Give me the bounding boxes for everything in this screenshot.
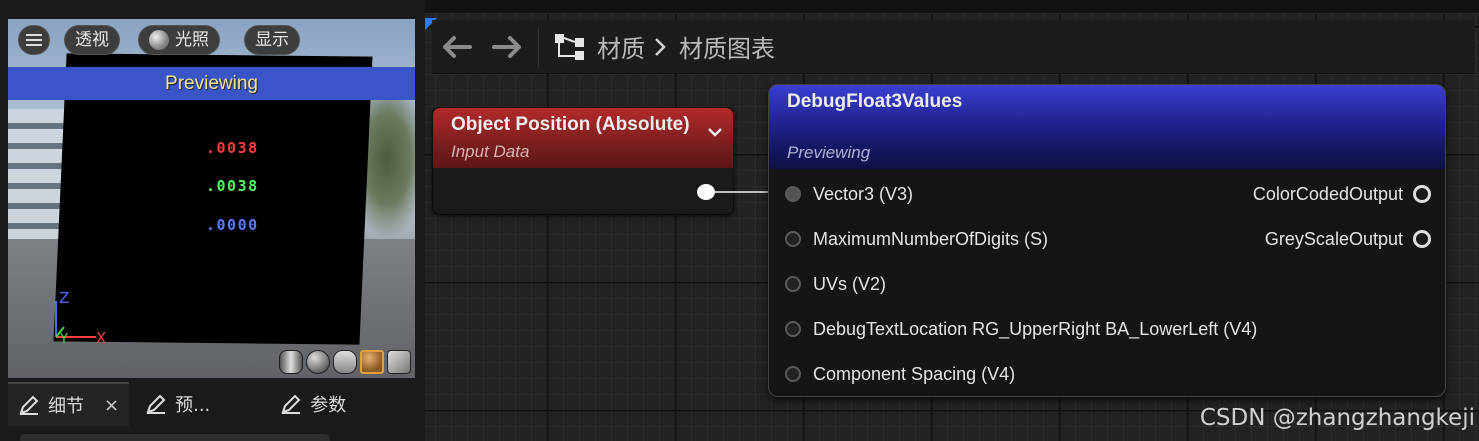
watermark: CSDN @zhangzhangkeji	[1199, 405, 1475, 431]
debug-value-r: .0038	[206, 139, 259, 157]
input-pin-icon[interactable]	[785, 366, 801, 382]
tab-parameters[interactable]: 参数	[270, 382, 356, 426]
preview-shape-selector	[279, 350, 411, 374]
chevron-right-icon	[655, 37, 666, 56]
input-pin-icon[interactable]	[785, 276, 801, 292]
axis-y-label: Y	[59, 332, 68, 347]
perspective-button[interactable]: 透视	[64, 25, 120, 55]
lit-sphere-icon	[149, 30, 169, 50]
input-pin-row[interactable]: MaximumNumberOfDigits (S)	[769, 224, 1048, 254]
arrow-left-icon	[443, 35, 472, 58]
preview-viewport[interactable]: Previewing .0038 .0038 .0000 透视 光照 显示 Z …	[8, 19, 415, 378]
breadcrumb-material[interactable]: 材质	[597, 29, 645, 64]
output-pin-row[interactable]: GreyScaleOutput	[1265, 224, 1431, 254]
lit-label: 光照	[175, 30, 209, 50]
input-pin-label: DebugTextLocation RG_UpperRight BA_Lower…	[813, 318, 1258, 339]
node-object-position[interactable]: Object Position (Absolute) Input Data	[432, 107, 734, 215]
output-pin-icon[interactable]	[1413, 230, 1431, 248]
output-pin-row[interactable]: ColorCodedOutput	[1253, 179, 1431, 209]
input-pin-label: Component Spacing (V4)	[813, 363, 1016, 384]
input-pin-row[interactable]: DebugTextLocation RG_UpperRight BA_Lower…	[769, 314, 1257, 344]
tab-parameters-label: 参数	[310, 395, 347, 416]
output-pin-icon[interactable]	[697, 184, 715, 200]
axis-z-label: Z	[59, 289, 69, 307]
nav-separator	[538, 26, 539, 67]
input-pin-label: MaximumNumberOfDigits (S)	[813, 228, 1049, 249]
pencil-icon	[281, 394, 301, 414]
tab-preview[interactable]: 预...	[135, 382, 220, 426]
input-pin-row[interactable]: UVs (V2)	[769, 269, 886, 299]
back-button[interactable]	[432, 20, 482, 74]
cube-icon[interactable]	[360, 350, 384, 374]
tab-details-label: 细节	[48, 396, 84, 417]
node-title: DebugFloat3Values	[787, 91, 963, 112]
tab-preview-label: 预...	[175, 395, 211, 416]
axis-x-label: X	[96, 329, 106, 347]
input-pin-icon[interactable]	[785, 321, 801, 337]
input-pin-row[interactable]: Component Spacing (V4)	[769, 359, 1015, 389]
debug-value-g: .0038	[206, 177, 259, 195]
previewing-banner: Previewing	[8, 67, 415, 100]
arrow-right-icon	[492, 35, 521, 58]
perspective-label: 透视	[75, 30, 109, 50]
teapot-icon[interactable]	[387, 350, 411, 374]
node-subtitle: Previewing	[787, 143, 871, 162]
debug-value-b: .0000	[206, 216, 259, 234]
hamburger-icon	[26, 34, 42, 46]
node-object-position-header[interactable]: Object Position (Absolute) Input Data	[433, 108, 733, 168]
forward-button[interactable]	[482, 20, 532, 74]
left-panel: Previewing .0038 .0038 .0000 透视 光照 显示 Z …	[0, 0, 425, 441]
input-pin-label: Vector3 (V3)	[813, 183, 914, 204]
node-debug-header[interactable]: DebugFloat3Values Previewing	[769, 85, 1445, 169]
chevron-down-icon[interactable]	[707, 124, 723, 140]
pencil-icon	[146, 394, 166, 414]
viewport-menu-button[interactable]	[18, 25, 50, 55]
graph-nav-bar: 材质 材质图表	[432, 20, 1475, 74]
sphere-icon[interactable]	[306, 350, 330, 374]
cylinder-icon[interactable]	[279, 350, 303, 374]
input-pin-label: UVs (V2)	[813, 273, 887, 294]
output-pin-label: GreyScaleOutput	[1264, 228, 1403, 249]
graph-hierarchy-icon	[555, 33, 584, 60]
node-subtitle: Input Data	[451, 142, 530, 161]
tab-details[interactable]: 细节 ×	[8, 382, 130, 426]
close-icon[interactable]: ×	[104, 395, 119, 416]
show-button[interactable]: 显示	[244, 25, 300, 55]
input-pin-icon[interactable]	[785, 186, 801, 202]
node-debug-float3[interactable]: DebugFloat3Values Previewing Vector3 (V3…	[768, 84, 1446, 397]
lit-button[interactable]: 光照	[138, 25, 220, 55]
output-pin-icon[interactable]	[1413, 185, 1431, 203]
axis-gizmo-icon: Z Y X	[55, 289, 106, 347]
details-search-bar[interactable]	[20, 434, 330, 441]
output-pin-label: ColorCodedOutput	[1252, 183, 1403, 204]
panel-tabs: 细节 × 预... 参数	[8, 382, 415, 426]
node-title: Object Position (Absolute)	[451, 114, 690, 135]
breadcrumb-material-graph[interactable]: 材质图表	[679, 29, 775, 64]
input-pin-row[interactable]: Vector3 (V3)	[769, 179, 913, 209]
input-pin-icon[interactable]	[785, 231, 801, 247]
pencil-icon	[19, 395, 39, 415]
plane-icon[interactable]	[333, 350, 357, 374]
show-label: 显示	[255, 30, 289, 50]
